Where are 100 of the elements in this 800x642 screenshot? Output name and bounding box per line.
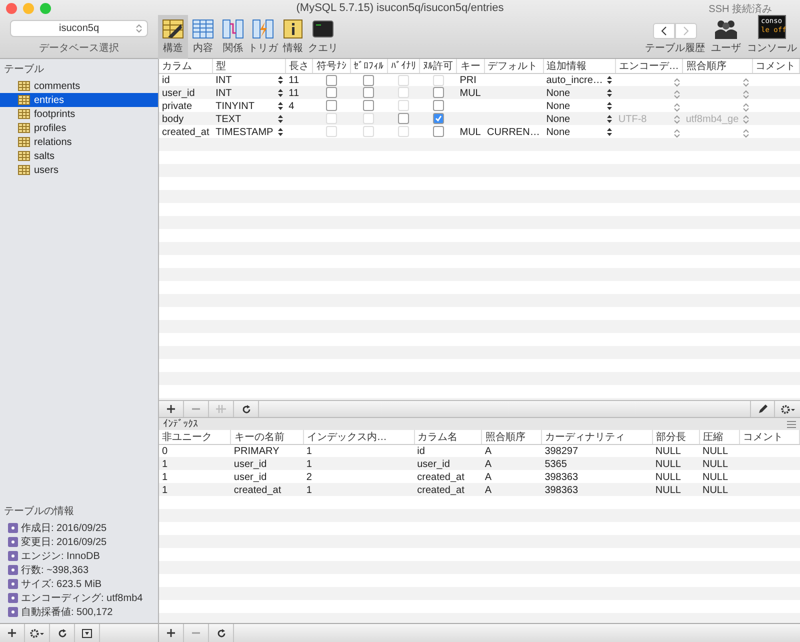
stepper-icon[interactable]: [607, 89, 612, 97]
checkbox[interactable]: [326, 87, 337, 98]
column-header[interactable]: デフォルト: [484, 59, 544, 74]
column-header[interactable]: キー: [456, 59, 484, 74]
table-list-item[interactable]: profiles: [0, 121, 158, 135]
table-cell: TIMESTAMP: [216, 126, 274, 138]
toolbar-tab[interactable]: 関係: [218, 15, 248, 60]
column-header[interactable]: 符号ﾅｼ: [312, 59, 350, 74]
table-info-item: 自動採番値: 500,172: [0, 605, 158, 619]
stepper-icon[interactable]: [278, 89, 283, 97]
toolbar-tab[interactable]: 構造: [158, 15, 188, 60]
table-cell-text: NULL: [654, 458, 682, 470]
column-header[interactable]: 長さ: [286, 59, 313, 74]
column-header[interactable]: 部分長: [652, 430, 700, 444]
stepper-icon[interactable]: [278, 76, 283, 84]
table-list-item[interactable]: users: [0, 163, 158, 177]
minimize-button[interactable]: [23, 2, 34, 14]
column-header[interactable]: 型: [212, 59, 286, 74]
column-header[interactable]: 圧縮: [699, 430, 740, 444]
select-arrows-icon[interactable]: [743, 90, 750, 100]
users-icon[interactable]: [714, 19, 738, 39]
stepper-icon[interactable]: [278, 128, 283, 136]
stepper-icon[interactable]: [607, 115, 612, 123]
table-cell: UTF-8: [618, 114, 647, 124]
stepper-icon[interactable]: [278, 115, 283, 123]
table-icon: [18, 95, 30, 105]
pencil-icon: [758, 404, 768, 414]
select-arrows-icon[interactable]: [674, 129, 680, 138]
checkbox[interactable]: [363, 100, 374, 112]
table-icon: [18, 151, 30, 161]
checkbox[interactable]: [326, 100, 337, 112]
column-header[interactable]: カラム: [159, 59, 213, 74]
column-header[interactable]: コメント: [740, 430, 800, 444]
checkbox[interactable]: [432, 113, 444, 124]
table-cell: TINYINT: [216, 100, 254, 112]
database-select[interactable]: isucon5q: [10, 20, 148, 37]
table-info-item: 変更日: 2016/09/25: [0, 535, 158, 549]
select-arrows-icon[interactable]: [674, 78, 680, 86]
column-header[interactable]: 追加情報: [543, 59, 616, 74]
select-arrows-icon[interactable]: [674, 90, 680, 100]
column-header[interactable]: 照合順序: [482, 430, 542, 444]
table-cell: NULL: [652, 444, 700, 458]
select-arrows-icon[interactable]: [743, 103, 750, 112]
select-arrows-icon[interactable]: [674, 103, 680, 112]
table-cell-text: 1: [161, 484, 169, 496]
checkbox[interactable]: [398, 113, 409, 124]
back-button[interactable]: [653, 23, 675, 39]
select-arrows-icon[interactable]: [136, 24, 142, 33]
checkbox[interactable]: [363, 87, 374, 98]
stepper-icon[interactable]: [278, 102, 283, 110]
select-arrows-icon[interactable]: [743, 129, 750, 138]
column-header[interactable]: ｾﾞﾛﾌｨﾙ: [350, 59, 388, 74]
column-header[interactable]: 照合順序: [682, 59, 752, 74]
gear-icon: [780, 404, 794, 414]
table-cell-text: created_at: [161, 126, 210, 138]
column-header[interactable]: カラム名: [414, 430, 482, 444]
table-icon: [18, 165, 30, 175]
column-header[interactable]: キーの名前: [230, 430, 304, 444]
toolbar-tab[interactable]: 情報: [278, 15, 308, 60]
toolbar-tab[interactable]: クエリ: [308, 15, 338, 60]
stepper-icon[interactable]: [607, 128, 612, 136]
toolbar-tab[interactable]: トリガ: [248, 15, 278, 60]
checkbox[interactable]: [432, 87, 444, 98]
table-cell-text: A: [484, 484, 493, 496]
zoom-button[interactable]: [40, 2, 51, 14]
table-cell: None: [546, 114, 570, 124]
column-header[interactable]: コメント: [752, 59, 800, 74]
column-header[interactable]: カーディナリティ: [542, 430, 652, 444]
menu-icon[interactable]: [787, 420, 796, 428]
table-cell-text: private: [161, 100, 194, 112]
column-header[interactable]: エンコーデ…: [615, 59, 683, 74]
stepper-icon[interactable]: [607, 102, 612, 110]
select-arrows-icon[interactable]: [674, 114, 680, 124]
checkbox[interactable]: [326, 74, 337, 86]
table-list-item[interactable]: entries: [0, 93, 158, 107]
column-header[interactable]: 非ユニーク: [159, 430, 231, 444]
column-header[interactable]: ﾊﾞｲﾅﾘ: [387, 59, 420, 74]
column-header[interactable]: インデックス内…: [303, 430, 414, 444]
column-header[interactable]: ﾇﾙ許可: [420, 59, 457, 74]
close-button[interactable]: [6, 2, 17, 14]
table-cell: None: [546, 126, 570, 138]
table-list-item[interactable]: salts: [0, 149, 158, 163]
table-list-item[interactable]: comments: [0, 79, 158, 93]
table-list-item[interactable]: footprints: [0, 107, 158, 121]
checkbox[interactable]: [363, 74, 374, 86]
refresh-icon: [58, 628, 66, 638]
edit-button[interactable]: [750, 401, 775, 417]
table-icon: [18, 81, 30, 91]
table-list-item[interactable]: relations: [0, 135, 158, 149]
checkbox[interactable]: [432, 100, 444, 112]
plus-icon: [167, 405, 175, 413]
table-info-item: エンジン: InnoDB: [0, 549, 158, 563]
checkbox[interactable]: [432, 126, 444, 138]
trigger-icon: [252, 19, 274, 39]
select-arrows-icon[interactable]: [743, 78, 750, 86]
stepper-icon[interactable]: [607, 76, 612, 84]
select-arrows-icon[interactable]: [743, 114, 750, 124]
console-label: コンソール: [747, 42, 797, 55]
toolbar-tab[interactable]: 内容: [188, 15, 218, 60]
table-cell: id: [414, 444, 482, 458]
